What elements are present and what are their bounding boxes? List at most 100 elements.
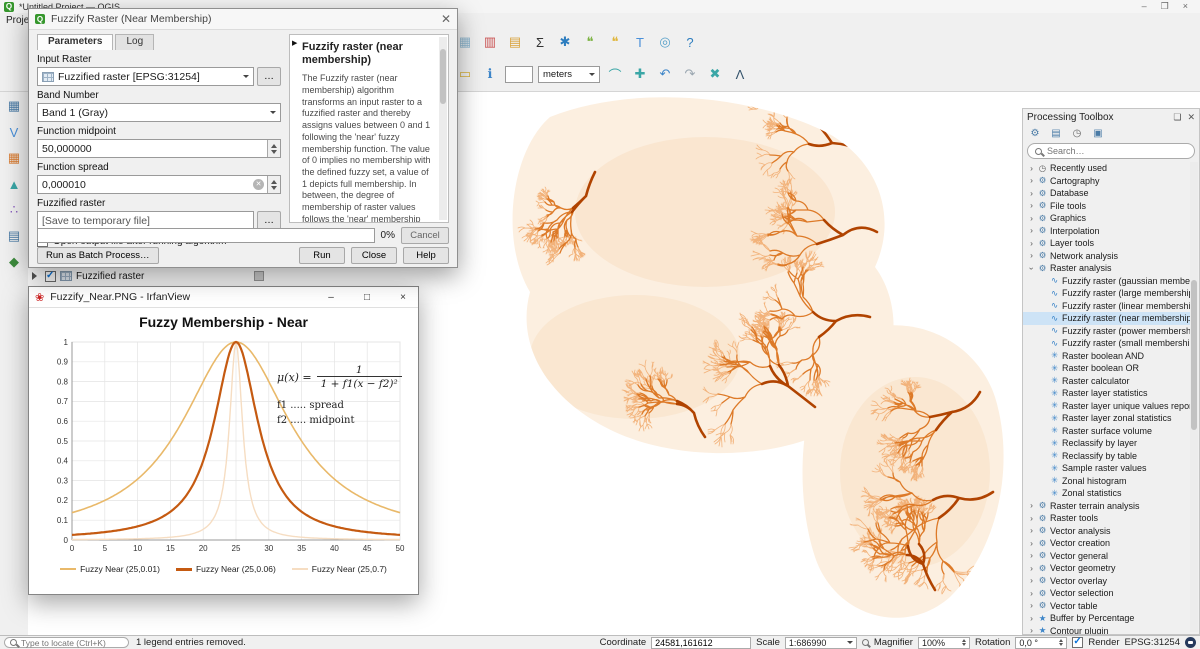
float-panel-icon[interactable]: ❏ (1173, 112, 1181, 123)
toolbox-item[interactable]: ✳Raster layer zonal statistics (1023, 412, 1190, 425)
expand-chevron-icon[interactable]: › (1027, 526, 1036, 535)
toolbox-item[interactable]: ✳Zonal statistics (1023, 487, 1190, 500)
add-mesh-layer-icon[interactable]: ▲ (4, 174, 24, 194)
toolbox-item[interactable]: ›⚙Graphics (1023, 212, 1190, 225)
toolbox-item[interactable]: ✳Raster boolean AND (1023, 350, 1190, 363)
add-database-layer-icon[interactable]: ▤ (4, 226, 24, 246)
toolbox-item[interactable]: ✳Raster surface volume (1023, 425, 1190, 438)
expand-chevron-icon[interactable]: › (1027, 264, 1036, 273)
results-viewer-icon[interactable]: ▣ (1091, 127, 1105, 141)
toolbox-item[interactable]: ∿Fuzzify raster (gaussian membership) (1023, 275, 1190, 288)
input-raster-combo[interactable]: Fuzzified raster [EPSG:31254] (37, 67, 254, 86)
toolbox-item[interactable]: ›◷Recently used (1023, 162, 1190, 175)
spin-arrows-icon[interactable] (1059, 637, 1063, 648)
map-canvas[interactable] (455, 92, 1022, 635)
collapse-help-icon[interactable]: ▶ (292, 39, 297, 48)
toolbox-item[interactable]: ✳Raster calculator (1023, 375, 1190, 388)
expand-chevron-icon[interactable]: › (1027, 214, 1036, 223)
expand-chevron-icon[interactable]: › (1027, 539, 1036, 548)
toolbox-item[interactable]: ✳Raster boolean OR (1023, 362, 1190, 375)
toolbox-item[interactable]: ›⚙Vector geometry (1023, 562, 1190, 575)
expand-chevron-icon[interactable]: › (1027, 164, 1036, 173)
run-button[interactable]: Run (299, 247, 345, 264)
toolbox-item[interactable]: ›★Contour plugin (1023, 625, 1190, 635)
toolbox-scrollbar[interactable] (1190, 162, 1198, 632)
window-close-button[interactable]: × (1183, 1, 1188, 12)
tab-log[interactable]: Log (115, 34, 154, 50)
spin-arrows-icon[interactable] (267, 176, 280, 193)
units-combo[interactable]: meters (538, 66, 600, 83)
close-button[interactable]: × (388, 292, 418, 303)
vertex-tool-icon[interactable]: ✖ (705, 64, 725, 84)
toolbox-item[interactable]: ›⚙Raster tools (1023, 512, 1190, 525)
midpoint-spinbox[interactable]: 50,000000 (37, 139, 281, 158)
help-button[interactable]: Help (403, 247, 449, 264)
window-minimize-button[interactable]: – (1142, 1, 1147, 12)
snapping-icon[interactable]: ✚ (630, 64, 650, 84)
coordinate-box[interactable] (651, 637, 751, 649)
spread-spinbox[interactable]: 0,000010 (37, 175, 281, 194)
toolbox-item[interactable]: ∿Fuzzify raster (large membership) (1023, 287, 1190, 300)
magnifier-spinbox[interactable]: 100% (918, 637, 970, 649)
select-features-icon[interactable]: ▭ (455, 64, 475, 84)
place-search-icon[interactable]: ◎ (655, 32, 675, 52)
window-maximize-button[interactable]: ❐ (1161, 1, 1169, 12)
minimize-button[interactable]: – (316, 292, 346, 303)
expand-chevron-icon[interactable]: › (1027, 576, 1036, 585)
print-layout-icon[interactable]: ▥ (480, 32, 500, 52)
toolbox-item[interactable]: ✳Sample raster values (1023, 462, 1190, 475)
cancel-button[interactable]: Cancel (401, 227, 449, 244)
toolbox-item[interactable]: ✳Reclassify by layer (1023, 437, 1190, 450)
models-icon[interactable]: ▤ (1049, 127, 1063, 141)
toolbox-item[interactable]: ›⚙Vector overlay (1023, 575, 1190, 588)
toolbox-item[interactable]: ∿Fuzzify raster (near membership) (1023, 312, 1190, 325)
tab-parameters[interactable]: Parameters (37, 34, 113, 50)
dialog-close-icon[interactable]: ✕ (441, 12, 451, 26)
add-raster-layer-icon[interactable]: ▦ (4, 148, 24, 168)
text-annotation-icon[interactable]: ❝ (605, 32, 625, 52)
add-vector-layer-icon[interactable]: V (4, 122, 24, 142)
expand-chevron-icon[interactable]: › (1027, 226, 1036, 235)
toolbox-item[interactable]: ✳Raster layer statistics (1023, 387, 1190, 400)
toolbox-item[interactable]: ›⚙Cartography (1023, 175, 1190, 188)
toolbox-item[interactable]: ›⚙Vector creation (1023, 537, 1190, 550)
rotation-spinbox[interactable]: 0,0 ° (1015, 637, 1067, 649)
expand-chevron-icon[interactable]: › (1027, 501, 1036, 510)
maximize-button[interactable]: □ (352, 292, 382, 303)
undo-icon[interactable]: ↶ (655, 64, 675, 84)
toolbox-item[interactable]: ›⚙Interpolation (1023, 225, 1190, 238)
expand-chevron-icon[interactable]: › (1027, 239, 1036, 248)
expand-chevron-icon[interactable]: › (1027, 201, 1036, 210)
redo-icon[interactable]: ↷ (680, 64, 700, 84)
measure-line-icon[interactable]: ⌒ (605, 64, 625, 84)
help-contents-icon[interactable]: ? (680, 32, 700, 52)
toolbox-item[interactable]: ›⚙Vector selection (1023, 587, 1190, 600)
history-icon[interactable]: ◷ (1070, 127, 1084, 141)
expand-layer-icon[interactable] (32, 272, 41, 280)
toolbox-item[interactable]: ∿Fuzzify raster (small membership) (1023, 337, 1190, 350)
open-attribute-table-icon[interactable]: ▦ (455, 32, 475, 52)
expand-chevron-icon[interactable]: › (1027, 589, 1036, 598)
toolbox-item[interactable]: ›★Buffer by Percentage (1023, 612, 1190, 625)
grass-tools-icon[interactable]: ◆ (4, 252, 24, 272)
open-data-source-manager-icon[interactable]: ▦ (4, 96, 24, 116)
clear-value-icon[interactable] (253, 179, 264, 190)
toolbox-item[interactable]: ✳Zonal histogram (1023, 475, 1190, 488)
add-delimited-text-icon[interactable]: ∴ (4, 200, 24, 220)
expand-chevron-icon[interactable]: › (1027, 626, 1036, 634)
band-combo[interactable]: Band 1 (Gray) (37, 103, 281, 122)
layout-manager-icon[interactable]: ▤ (505, 32, 525, 52)
toolbox-item[interactable]: ›⚙Vector table (1023, 600, 1190, 613)
identify-features-icon[interactable]: ℹ (480, 64, 500, 84)
tolerance-input[interactable] (505, 66, 533, 83)
form-annotation-icon[interactable]: T (630, 32, 650, 52)
processing-toolbox-icon[interactable]: ✱ (555, 32, 575, 52)
expand-chevron-icon[interactable]: › (1027, 189, 1036, 198)
help-scrollbar[interactable] (439, 37, 447, 220)
layers-panel-row[interactable]: Fuzzified raster (28, 266, 268, 286)
expand-chevron-icon[interactable]: › (1027, 251, 1036, 260)
expand-chevron-icon[interactable]: › (1027, 564, 1036, 573)
layer-visibility-checkbox[interactable] (45, 271, 56, 282)
coordinate-input[interactable] (655, 638, 747, 648)
toolbox-item[interactable]: ∿Fuzzify raster (power membership) (1023, 325, 1190, 338)
